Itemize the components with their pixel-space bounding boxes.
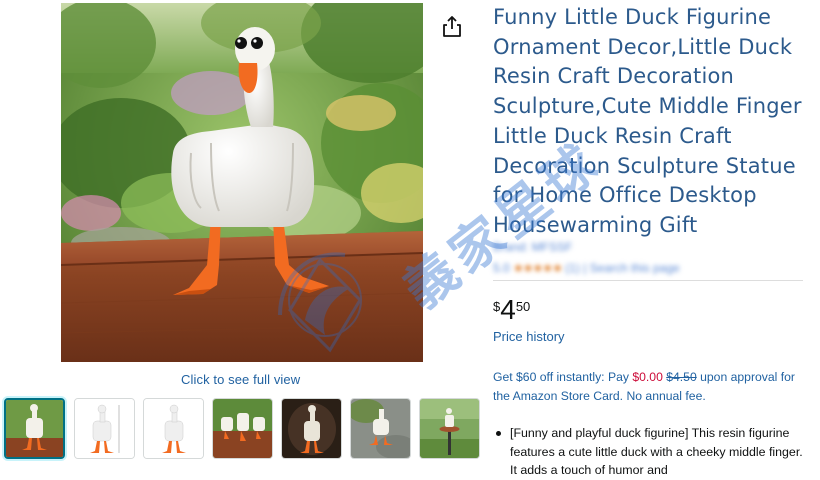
rating-value: 5.0 (493, 261, 510, 275)
promo-pay-amount: $0.00 (632, 370, 663, 384)
thumbnail-3[interactable] (143, 398, 204, 459)
rating-row[interactable]: 5.0 ★★★★★ (1) | Search this page (493, 261, 680, 275)
price: $450 (493, 296, 530, 326)
thumbnail-5[interactable] (281, 398, 342, 459)
thumbnail-2[interactable] (74, 398, 135, 459)
price-fraction: 50 (515, 299, 531, 314)
share-icon[interactable] (441, 14, 463, 38)
brand-link[interactable]: Brand: MFSSF (493, 240, 572, 254)
thumbnail-6[interactable] (350, 398, 411, 459)
feature-bullets: [Funny and playful duck figurine] This r… (493, 424, 811, 480)
product-title: Funny Little Duck Figurine Ornament Deco… (493, 5, 802, 237)
thumbnail-1[interactable] (4, 398, 65, 459)
promo-prefix: Get $60 off instantly: Pay (493, 370, 633, 384)
star-rating-icon[interactable]: ★★★★★ (513, 261, 563, 275)
thumbnail-strip (4, 398, 480, 462)
store-card-promo[interactable]: Get $60 off instantly: Pay $0.00 $4.50 u… (493, 368, 803, 406)
search-page-link[interactable]: Search this page (590, 261, 680, 275)
promo-original-amount: $4.50 (666, 370, 697, 384)
divider (493, 280, 803, 281)
see-full-view-link[interactable]: Click to see full view (181, 372, 300, 387)
price-history-link[interactable]: Price history (493, 329, 565, 344)
duck-photo (61, 3, 423, 362)
product-main-image[interactable] (61, 3, 423, 362)
price-whole: 4 (500, 294, 516, 325)
thumbnail-7[interactable] (419, 398, 480, 459)
feature-bullet: [Funny and playful duck figurine] This r… (493, 424, 811, 480)
rating-count[interactable]: (1) (565, 261, 580, 275)
price-symbol: $ (493, 299, 501, 314)
thumbnail-4[interactable] (212, 398, 273, 459)
